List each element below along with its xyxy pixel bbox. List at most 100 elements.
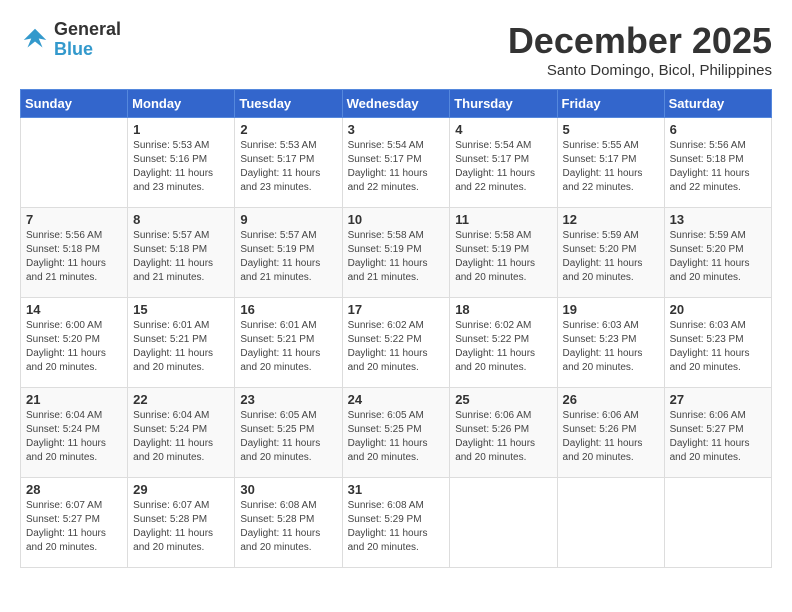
day-number: 2	[240, 122, 336, 137]
day-info: Sunrise: 6:01 AM Sunset: 5:21 PM Dayligh…	[133, 319, 229, 375]
day-info: Sunrise: 5:55 AM Sunset: 5:17 PM Dayligh…	[563, 139, 659, 195]
weekday-header-monday: Monday	[128, 90, 235, 118]
calendar-cell: 5 Sunrise: 5:55 AM Sunset: 5:17 PM Daylig…	[557, 118, 664, 208]
calendar-cell: 19 Sunrise: 6:03 AM Sunset: 5:23 PM Dayli…	[557, 298, 664, 388]
calendar-cell: 7 Sunrise: 5:56 AM Sunset: 5:18 PM Daylig…	[21, 208, 128, 298]
day-number: 8	[133, 212, 229, 227]
month-title: December 2025	[508, 20, 772, 62]
day-info: Sunrise: 5:53 AM Sunset: 5:17 PM Dayligh…	[240, 139, 336, 195]
day-info: Sunrise: 6:06 AM Sunset: 5:27 PM Dayligh…	[670, 409, 766, 465]
day-info: Sunrise: 6:07 AM Sunset: 5:27 PM Dayligh…	[26, 499, 122, 555]
day-number: 12	[563, 212, 659, 227]
day-number: 30	[240, 482, 336, 497]
weekday-header-friday: Friday	[557, 90, 664, 118]
day-info: Sunrise: 6:04 AM Sunset: 5:24 PM Dayligh…	[26, 409, 122, 465]
day-info: Sunrise: 5:58 AM Sunset: 5:19 PM Dayligh…	[348, 229, 445, 285]
day-info: Sunrise: 6:04 AM Sunset: 5:24 PM Dayligh…	[133, 409, 229, 465]
calendar-cell: 24 Sunrise: 6:05 AM Sunset: 5:25 PM Dayli…	[342, 388, 450, 478]
day-number: 7	[26, 212, 122, 227]
day-info: Sunrise: 5:54 AM Sunset: 5:17 PM Dayligh…	[455, 139, 551, 195]
logo-line2: Blue	[54, 40, 121, 60]
day-info: Sunrise: 5:57 AM Sunset: 5:18 PM Dayligh…	[133, 229, 229, 285]
day-number: 3	[348, 122, 445, 137]
calendar-cell: 2 Sunrise: 5:53 AM Sunset: 5:17 PM Daylig…	[235, 118, 342, 208]
calendar-cell	[664, 478, 771, 568]
weekday-header-tuesday: Tuesday	[235, 90, 342, 118]
day-number: 11	[455, 212, 551, 227]
calendar-cell: 8 Sunrise: 5:57 AM Sunset: 5:18 PM Daylig…	[128, 208, 235, 298]
day-number: 31	[348, 482, 445, 497]
week-row-4: 21 Sunrise: 6:04 AM Sunset: 5:24 PM Dayli…	[21, 388, 772, 478]
calendar-cell: 13 Sunrise: 5:59 AM Sunset: 5:20 PM Dayli…	[664, 208, 771, 298]
day-info: Sunrise: 5:53 AM Sunset: 5:16 PM Dayligh…	[133, 139, 229, 195]
calendar-cell: 12 Sunrise: 5:59 AM Sunset: 5:20 PM Dayli…	[557, 208, 664, 298]
calendar-cell: 23Sunrise: 6:05 AM Sunset: 5:25 PM Dayli…	[235, 388, 342, 478]
day-info: Sunrise: 6:05 AM Sunset: 5:25 PM Dayligh…	[348, 409, 445, 465]
calendar-cell: 10Sunrise: 5:58 AM Sunset: 5:19 PM Dayli…	[342, 208, 450, 298]
weekday-header-saturday: Saturday	[664, 90, 771, 118]
day-number: 19	[563, 302, 659, 317]
calendar-cell: 14 Sunrise: 6:00 AM Sunset: 5:20 PM Dayli…	[21, 298, 128, 388]
day-number: 13	[670, 212, 766, 227]
day-info: Sunrise: 6:00 AM Sunset: 5:20 PM Dayligh…	[26, 319, 122, 375]
day-number: 14	[26, 302, 122, 317]
header: General Blue December 2025 Santo Domingo…	[20, 20, 772, 79]
day-info: Sunrise: 6:01 AM Sunset: 5:21 PM Dayligh…	[240, 319, 336, 375]
day-number: 5	[563, 122, 659, 137]
day-info: Sunrise: 6:03 AM Sunset: 5:23 PM Dayligh…	[563, 319, 659, 375]
calendar-cell: 11 Sunrise: 5:58 AM Sunset: 5:19 PM Dayli…	[450, 208, 557, 298]
day-number: 16	[240, 302, 336, 317]
day-number: 4	[455, 122, 551, 137]
logo: General Blue	[20, 20, 121, 60]
day-number: 18	[455, 302, 551, 317]
calendar-cell: 1Sunrise: 5:53 AM Sunset: 5:16 PM Daylig…	[128, 118, 235, 208]
week-row-2: 7 Sunrise: 5:56 AM Sunset: 5:18 PM Daylig…	[21, 208, 772, 298]
day-info: Sunrise: 5:58 AM Sunset: 5:19 PM Dayligh…	[455, 229, 551, 285]
calendar-cell: 31Sunrise: 6:08 AM Sunset: 5:29 PM Dayli…	[342, 478, 450, 568]
day-info: Sunrise: 6:02 AM Sunset: 5:22 PM Dayligh…	[348, 319, 445, 375]
day-number: 20	[670, 302, 766, 317]
week-row-1: 1Sunrise: 5:53 AM Sunset: 5:16 PM Daylig…	[21, 118, 772, 208]
day-info: Sunrise: 5:59 AM Sunset: 5:20 PM Dayligh…	[670, 229, 766, 285]
calendar-cell: 15 Sunrise: 6:01 AM Sunset: 5:21 PM Dayli…	[128, 298, 235, 388]
day-number: 9	[240, 212, 336, 227]
calendar-cell: 30 Sunrise: 6:08 AM Sunset: 5:28 PM Dayli…	[235, 478, 342, 568]
day-number: 22	[133, 392, 229, 407]
day-info: Sunrise: 6:07 AM Sunset: 5:28 PM Dayligh…	[133, 499, 229, 555]
day-number: 25	[455, 392, 551, 407]
day-number: 27	[670, 392, 766, 407]
calendar-cell: 18Sunrise: 6:02 AM Sunset: 5:22 PM Dayli…	[450, 298, 557, 388]
calendar-cell: 29 Sunrise: 6:07 AM Sunset: 5:28 PM Dayli…	[128, 478, 235, 568]
day-info: Sunrise: 5:57 AM Sunset: 5:19 PM Dayligh…	[240, 229, 336, 285]
calendar-cell: 16 Sunrise: 6:01 AM Sunset: 5:21 PM Dayli…	[235, 298, 342, 388]
weekday-header-sunday: Sunday	[21, 90, 128, 118]
logo-text: General Blue	[54, 20, 121, 60]
calendar-cell: 17Sunrise: 6:02 AM Sunset: 5:22 PM Dayli…	[342, 298, 450, 388]
calendar-cell: 22 Sunrise: 6:04 AM Sunset: 5:24 PM Dayli…	[128, 388, 235, 478]
day-info: Sunrise: 6:03 AM Sunset: 5:23 PM Dayligh…	[670, 319, 766, 375]
weekday-header-thursday: Thursday	[450, 90, 557, 118]
title-section: December 2025 Santo Domingo, Bicol, Phil…	[508, 20, 772, 79]
day-info: Sunrise: 6:06 AM Sunset: 5:26 PM Dayligh…	[563, 409, 659, 465]
day-info: Sunrise: 5:59 AM Sunset: 5:20 PM Dayligh…	[563, 229, 659, 285]
week-row-5: 28Sunrise: 6:07 AM Sunset: 5:27 PM Dayli…	[21, 478, 772, 568]
calendar-cell: 9 Sunrise: 5:57 AM Sunset: 5:19 PM Daylig…	[235, 208, 342, 298]
logo-icon	[20, 25, 50, 55]
day-info: Sunrise: 5:56 AM Sunset: 5:18 PM Dayligh…	[26, 229, 122, 285]
weekday-header-row: SundayMondayTuesdayWednesdayThursdayFrid…	[21, 90, 772, 118]
day-number: 24	[348, 392, 445, 407]
calendar-cell: 26 Sunrise: 6:06 AM Sunset: 5:26 PM Dayli…	[557, 388, 664, 478]
day-info: Sunrise: 6:08 AM Sunset: 5:28 PM Dayligh…	[240, 499, 336, 555]
day-info: Sunrise: 6:06 AM Sunset: 5:26 PM Dayligh…	[455, 409, 551, 465]
day-number: 29	[133, 482, 229, 497]
day-number: 26	[563, 392, 659, 407]
calendar-cell: 3Sunrise: 5:54 AM Sunset: 5:17 PM Daylig…	[342, 118, 450, 208]
day-number: 6	[670, 122, 766, 137]
calendar-cell: 27 Sunrise: 6:06 AM Sunset: 5:27 PM Dayli…	[664, 388, 771, 478]
day-number: 21	[26, 392, 122, 407]
week-row-3: 14 Sunrise: 6:00 AM Sunset: 5:20 PM Dayli…	[21, 298, 772, 388]
calendar-cell	[450, 478, 557, 568]
calendar-cell: 25 Sunrise: 6:06 AM Sunset: 5:26 PM Dayli…	[450, 388, 557, 478]
day-number: 23	[240, 392, 336, 407]
day-number: 15	[133, 302, 229, 317]
